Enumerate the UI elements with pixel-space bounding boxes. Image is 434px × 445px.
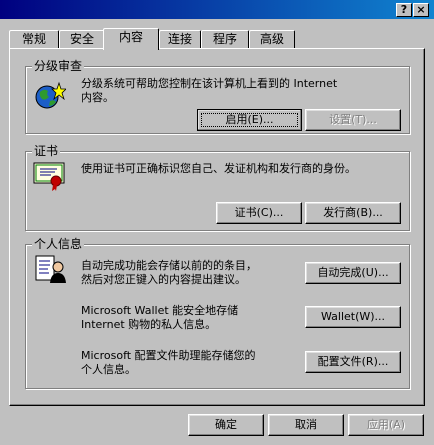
- tab-security[interactable]: 安全: [59, 30, 105, 48]
- content-advisor-title: 分级审查: [32, 59, 85, 73]
- certificates-description: 使用证书可正确标识您自己、发证机构和发行商的身份。: [81, 162, 356, 175]
- publishers-button[interactable]: 发行商(B)...: [305, 202, 401, 224]
- help-button[interactable]: ?: [396, 3, 412, 17]
- globe-star-icon: [35, 81, 66, 109]
- content-advisor-description: 分级系统可帮助您控制在该计算机上看到的 Internet 内容。: [81, 77, 338, 104]
- personal-info-title: 个人信息: [32, 237, 85, 251]
- certificates-button[interactable]: 证书(C)...: [216, 202, 302, 224]
- tab-connections[interactable]: 连接: [159, 30, 201, 48]
- tab-general[interactable]: 常规: [9, 30, 59, 48]
- settings-button[interactable]: 设置(T)...: [305, 109, 401, 131]
- certificates-group: 证书 使用证书可正确标识您自己、发证机构和发行商的身份。 证书(C)... 发行…: [25, 144, 410, 231]
- autocomplete-text: 自动完成功能会存储以前的的条目， 然后对您正键入的内容提出建议。: [81, 259, 257, 286]
- tab-content[interactable]: 内容: [103, 28, 159, 50]
- autocomplete-button[interactable]: 自动完成(U)...: [305, 262, 401, 284]
- content-advisor-group: 分级审查 分级系统可帮助您控制在该计算机上看到的 Internet 内容。 启用…: [25, 59, 410, 134]
- ok-button[interactable]: 确定: [188, 414, 264, 436]
- enable-button[interactable]: 启用(E)...: [197, 109, 302, 131]
- content-tab-panel: 分级审查 分级系统可帮助您控制在该计算机上看到的 Internet 内容。 启用…: [9, 48, 425, 406]
- wallet-text: Microsoft Wallet 能安全地存储 Internet 购物的私人信息…: [81, 304, 239, 331]
- certificates-title: 证书: [32, 144, 61, 158]
- certificate-icon: [33, 162, 65, 191]
- profile-assistant-text: Microsoft 配置文件助理能存储您的 个人信息。: [81, 349, 256, 376]
- personal-info-icon: [35, 255, 66, 283]
- tab-advanced[interactable]: 高级: [249, 30, 295, 48]
- close-button[interactable]: ×: [413, 3, 429, 17]
- wallet-button[interactable]: Wallet(W)...: [305, 306, 401, 328]
- personal-info-group: 个人信息 自动完成功能会存储以前的的条目， 然后对您正键入的内容提出建议。 自动…: [25, 237, 410, 389]
- apply-button[interactable]: 应用(A): [348, 414, 424, 436]
- cancel-button[interactable]: 取消: [268, 414, 344, 436]
- tab-programs[interactable]: 程序: [201, 30, 249, 48]
- profile-button[interactable]: 配置文件(R)...: [305, 351, 401, 373]
- title-bar: ? ×: [0, 0, 434, 19]
